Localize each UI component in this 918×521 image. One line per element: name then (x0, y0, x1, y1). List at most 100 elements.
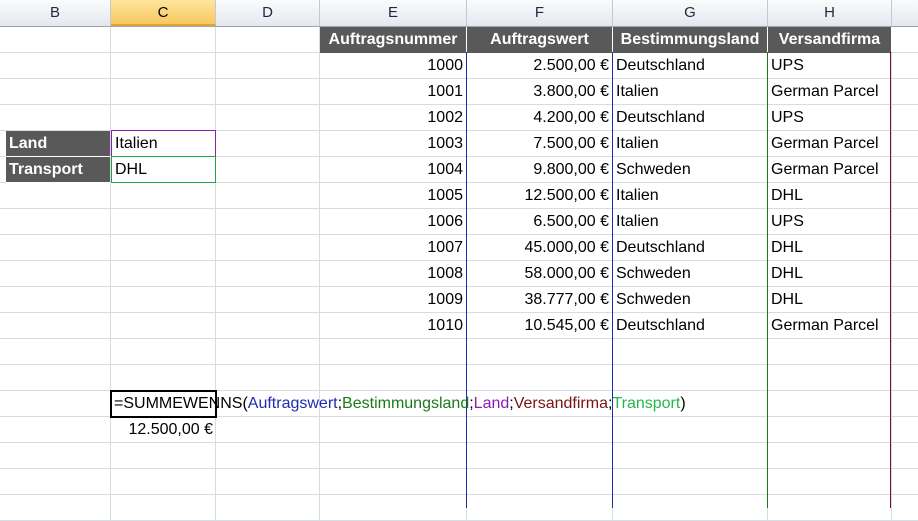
order-value-cell[interactable]: 4.200,00 € (467, 105, 613, 131)
cell[interactable] (111, 365, 216, 391)
cell[interactable] (111, 287, 216, 313)
formula-text[interactable]: =SUMMEWENNS(Auftragswert;Bestimmungsland… (114, 393, 686, 415)
column-header-h[interactable]: H (768, 0, 892, 26)
cell[interactable] (768, 365, 892, 391)
land-input-cell[interactable]: Italien (111, 130, 216, 157)
cell[interactable] (320, 443, 467, 469)
cell[interactable] (0, 287, 111, 313)
column-header-f[interactable]: F (467, 0, 613, 26)
cell[interactable] (892, 443, 918, 469)
column-header-d[interactable]: D (216, 0, 320, 26)
cell[interactable] (111, 495, 216, 521)
carrier-cell[interactable]: UPS (768, 209, 892, 235)
cell[interactable] (111, 469, 216, 495)
order-number-cell[interactable]: 1000 (320, 53, 467, 79)
cell[interactable] (0, 235, 111, 261)
cell[interactable] (320, 339, 467, 365)
country-cell[interactable]: Schweden (613, 287, 768, 313)
country-cell[interactable]: Italien (613, 131, 768, 157)
order-value-cell[interactable]: 38.777,00 € (467, 287, 613, 313)
cell[interactable] (111, 313, 216, 339)
column-header-c[interactable]: C (111, 0, 216, 26)
cell[interactable] (0, 417, 111, 443)
header-auftragswert[interactable]: Auftragswert (467, 27, 613, 53)
carrier-cell[interactable]: German Parcel (768, 79, 892, 105)
cell[interactable] (0, 313, 111, 339)
cell[interactable] (768, 469, 892, 495)
cell[interactable] (467, 495, 613, 521)
carrier-cell[interactable]: DHL (768, 183, 892, 209)
cell[interactable] (111, 53, 216, 79)
cell[interactable] (320, 469, 467, 495)
cell[interactable] (216, 105, 320, 131)
cell[interactable] (467, 417, 613, 443)
order-value-cell[interactable]: 2.500,00 € (467, 53, 613, 79)
cell[interactable] (216, 313, 320, 339)
carrier-cell[interactable]: DHL (768, 261, 892, 287)
order-value-cell[interactable]: 9.800,00 € (467, 157, 613, 183)
cell[interactable] (216, 495, 320, 521)
cell[interactable] (892, 469, 918, 495)
cell[interactable] (892, 105, 918, 131)
cell[interactable] (0, 365, 111, 391)
cell[interactable] (467, 469, 613, 495)
cell[interactable] (216, 469, 320, 495)
cell[interactable] (892, 131, 918, 157)
cell[interactable] (892, 157, 918, 183)
cell[interactable] (613, 469, 768, 495)
cell[interactable] (216, 131, 320, 157)
country-cell[interactable]: Deutschland (613, 53, 768, 79)
cell[interactable] (892, 183, 918, 209)
column-header-b[interactable]: B (0, 0, 111, 26)
cell[interactable] (216, 27, 320, 53)
order-number-cell[interactable]: 1009 (320, 287, 467, 313)
cell[interactable] (0, 443, 111, 469)
cell[interactable] (768, 443, 892, 469)
cell[interactable] (768, 391, 892, 417)
carrier-cell[interactable]: German Parcel (768, 313, 892, 339)
cell[interactable] (768, 417, 892, 443)
order-value-cell[interactable]: 58.000,00 € (467, 261, 613, 287)
cell[interactable] (0, 105, 111, 131)
order-value-cell[interactable]: 3.800,00 € (467, 79, 613, 105)
cell[interactable] (216, 235, 320, 261)
cell[interactable] (111, 235, 216, 261)
order-value-cell[interactable]: 6.500,00 € (467, 209, 613, 235)
order-number-cell[interactable]: 1007 (320, 235, 467, 261)
cell[interactable] (111, 209, 216, 235)
cell[interactable] (216, 339, 320, 365)
cell[interactable] (216, 261, 320, 287)
result-cell[interactable]: 12.500,00 € (111, 417, 216, 443)
carrier-cell[interactable]: German Parcel (768, 157, 892, 183)
order-value-cell[interactable]: 10.545,00 € (467, 313, 613, 339)
cell[interactable] (216, 443, 320, 469)
country-cell[interactable]: Italien (613, 209, 768, 235)
column-header-g[interactable]: G (613, 0, 768, 26)
cell[interactable] (467, 339, 613, 365)
cell[interactable] (111, 339, 216, 365)
column-header-e[interactable]: E (320, 0, 467, 26)
order-number-cell[interactable]: 1010 (320, 313, 467, 339)
cell[interactable] (892, 313, 918, 339)
cell[interactable] (111, 27, 216, 53)
cell[interactable] (892, 79, 918, 105)
country-cell[interactable]: Deutschland (613, 235, 768, 261)
cell[interactable] (0, 79, 111, 105)
order-number-cell[interactable]: 1004 (320, 157, 467, 183)
cell[interactable] (111, 183, 216, 209)
cell[interactable] (613, 495, 768, 521)
order-number-cell[interactable]: 1008 (320, 261, 467, 287)
carrier-cell[interactable]: UPS (768, 105, 892, 131)
cell[interactable] (216, 79, 320, 105)
country-cell[interactable]: Deutschland (613, 105, 768, 131)
cell[interactable] (216, 183, 320, 209)
cell[interactable] (111, 443, 216, 469)
cell[interactable] (0, 183, 111, 209)
order-number-cell[interactable]: 1001 (320, 79, 467, 105)
cell[interactable] (0, 53, 111, 79)
header-bestimmungsland[interactable]: Bestimmungsland (613, 27, 768, 53)
order-value-cell[interactable]: 12.500,00 € (467, 183, 613, 209)
cell[interactable] (892, 261, 918, 287)
cell[interactable] (892, 495, 918, 521)
header-auftragsnummer[interactable]: Auftragsnummer (320, 27, 467, 53)
